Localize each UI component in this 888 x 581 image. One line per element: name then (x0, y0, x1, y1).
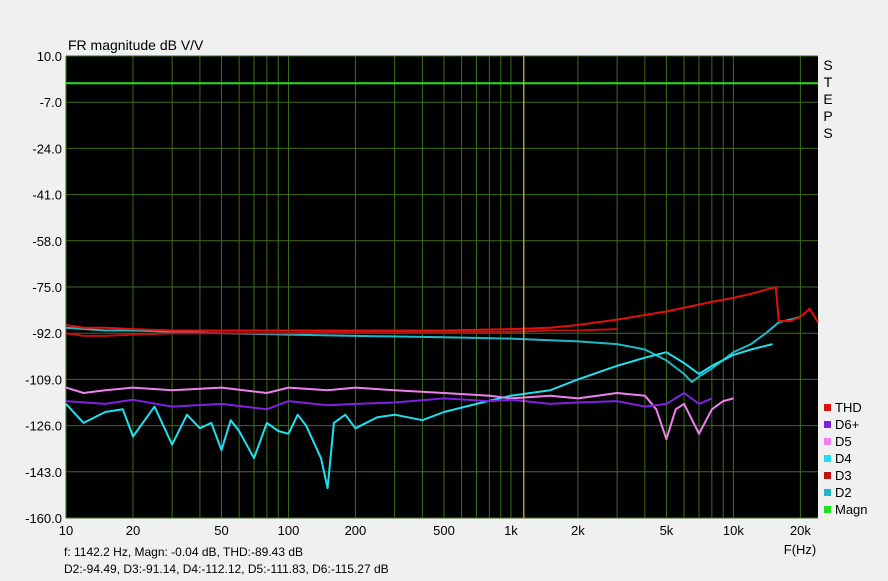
legend-swatch (824, 455, 831, 462)
legend-label: THD (835, 400, 862, 415)
legend-swatch (824, 472, 831, 479)
readout-line-2: D2:-94.49, D3:-91.14, D4:-112.12, D5:-11… (64, 562, 389, 576)
x-tick-label: 1k (504, 523, 518, 538)
x-tick-label: 20 (126, 523, 140, 538)
legend-label: D2 (835, 485, 852, 500)
y-tick-label: -24.0 (32, 141, 62, 156)
x-tick-label: 2k (571, 523, 585, 538)
legend-swatch (824, 404, 831, 411)
legend-swatch (824, 506, 831, 513)
chart-title: FR magnitude dB V/V (68, 37, 204, 53)
chart: FR magnitude dB V/V 10.0 -7.0 -24.0 -41.0 -5… (25, 37, 868, 576)
y-tick-label: -109.0 (25, 372, 62, 387)
steps-label: STEPS (823, 57, 832, 141)
steps-letter: S (823, 125, 832, 141)
x-tick-label: 500 (433, 523, 455, 538)
x-axis-label: F(Hz) (784, 542, 817, 557)
legend-label: D4 (835, 451, 852, 466)
y-tick-label: 10.0 (37, 49, 62, 64)
x-tick-label: 100 (278, 523, 300, 538)
legend-label: D5 (835, 434, 852, 449)
x-tick-label: 5k (660, 523, 674, 538)
y-tick-label: -58.0 (32, 234, 62, 249)
legend-label: D6+ (835, 417, 859, 432)
legend-swatch (824, 421, 831, 428)
legend-label: Magn (835, 502, 868, 517)
steps-letter: S (823, 57, 832, 73)
x-tick-label: 10 (59, 523, 73, 538)
x-tick-label: 200 (345, 523, 367, 538)
y-tick-label: -75.0 (32, 280, 62, 295)
y-tick-label: -7.0 (40, 95, 62, 110)
y-axis-ticks: 10.0 -7.0 -24.0 -41.0 -58.0 -75.0 -92.0 -109.0 -… (25, 49, 62, 526)
readout-line-1: f: 1142.2 Hz, Magn: -0.04 dB, THD:-89.43… (64, 545, 303, 559)
y-tick-label: -126.0 (25, 419, 62, 434)
legend: THD D6+ D5 D4 D3 D2 Magn (824, 400, 868, 517)
y-tick-label: -41.0 (32, 188, 62, 203)
legend-swatch (824, 438, 831, 445)
x-tick-label: 20k (790, 523, 811, 538)
steps-letter: E (823, 91, 832, 107)
steps-letter: T (824, 74, 833, 90)
legend-label: D3 (835, 468, 852, 483)
x-axis-ticks: 10 20 50 100 200 500 1k 2k 5k 10k 20k (59, 523, 812, 538)
x-tick-label: 50 (214, 523, 228, 538)
x-tick-label: 10k (723, 523, 744, 538)
y-tick-label: -92.0 (32, 326, 62, 341)
y-tick-label: -143.0 (25, 465, 62, 480)
y-tick-label: -160.0 (25, 511, 62, 526)
steps-letter: P (823, 108, 832, 124)
legend-swatch (824, 489, 831, 496)
